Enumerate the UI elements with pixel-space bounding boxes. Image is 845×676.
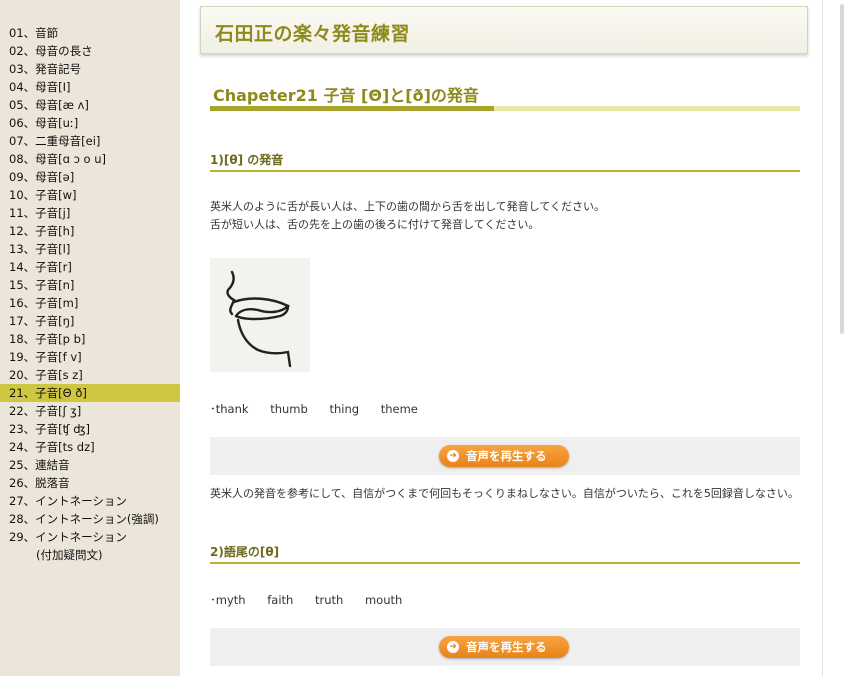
sidebar-item[interactable]: 24、子音[ts dz] — [0, 438, 180, 456]
chapter-underline — [210, 106, 800, 111]
play-arrow-icon: ➜ — [447, 641, 459, 653]
play-audio-button[interactable]: ➜ 音声を再生する — [439, 445, 569, 467]
word-item: theme — [380, 402, 418, 416]
sidebar-item[interactable]: 26、脱落音 — [0, 474, 180, 492]
play-audio-label: 音声を再生する — [466, 449, 547, 463]
word-item: thumb — [270, 402, 308, 416]
sidebar-item[interactable]: 07、二重母音[ei] — [0, 132, 180, 150]
play-audio-button[interactable]: ➜ 音声を再生する — [439, 636, 569, 658]
sidebar-item[interactable]: 10、子音[w] — [0, 186, 180, 204]
sidebar-item[interactable]: 06、母音[uː] — [0, 114, 180, 132]
section1-description: 英米人のように舌が長い人は、上下の歯の間から舌を出して発音してください。 舌が短… — [210, 198, 605, 234]
sidebar-item[interactable]: 15、子音[n] — [0, 276, 180, 294]
word-item: faith — [267, 593, 294, 607]
sidebar-item[interactable]: 04、母音[I] — [0, 78, 180, 96]
sidebar-item[interactable]: 27、イントネーション — [0, 492, 180, 510]
section1-text-line1: 英米人のように舌が長い人は、上下の歯の間から舌を出して発音してください。 — [210, 200, 606, 213]
word-item: ･myth — [210, 593, 246, 607]
sidebar-item[interactable]: 17、子音[ŋ] — [0, 312, 180, 330]
site-header: 石田正の楽々発音練習 — [200, 6, 808, 54]
chapter-title: Chapeter21 子音 [Θ]と[ð]の発音 — [213, 86, 479, 105]
sidebar-item[interactable]: 22、子音[ʃ ʒ] — [0, 402, 180, 420]
sidebar-item[interactable]: 14、子音[r] — [0, 258, 180, 276]
section1-instruction: 英米人の発音を参考にして、自信がつくまで何回もそっくりまねしなさい。自信がついた… — [210, 487, 799, 500]
sidebar-item[interactable]: 21、子音[Θ ð] — [0, 384, 180, 402]
sidebar-item[interactable]: 05、母音[æ ʌ] — [0, 96, 180, 114]
section2-title: 2)語尾の[θ] — [210, 545, 280, 559]
mouth-profile-drawing — [226, 270, 292, 368]
main-content: 石田正の楽々発音練習 Chapeter21 子音 [Θ]と[ð]の発音 1)[θ… — [180, 0, 822, 676]
site-title: 石田正の楽々発音練習 — [215, 23, 411, 45]
sidebar-item[interactable]: 11、子音[j] — [0, 204, 180, 222]
section2-audio-bar: ➜ 音声を再生する — [210, 628, 800, 666]
sidebar-item[interactable]: 25、連結音 — [0, 456, 180, 474]
sidebar-item[interactable]: 28、イントネーション(強調) — [0, 510, 180, 528]
word-item: truth — [314, 593, 344, 607]
sidebar-item[interactable]: 08、母音[ɑ ɔ o u] — [0, 150, 180, 168]
sidebar-item[interactable]: 01、音節 — [0, 24, 180, 42]
word-item: mouth — [364, 593, 403, 607]
sidebar-item[interactable]: 23、子音[ʧ ʤ] — [0, 420, 180, 438]
sidebar-item[interactable]: 16、子音[m] — [0, 294, 180, 312]
play-audio-label: 音声を再生する — [466, 640, 547, 654]
section2-divider — [210, 562, 800, 564]
sidebar-item[interactable]: 29、イントネーション — [0, 528, 180, 546]
section1-divider — [210, 170, 800, 172]
sidebar-list: 01、音節 02、母音の長さ 03、発音記号 04、母音[I] 05、母音[æ ʌ] 06… — [0, 0, 180, 564]
sidebar-item[interactable]: (付加疑問文) — [0, 546, 180, 564]
section1-text-line2: 舌が短い人は、舌の先を上の歯の後ろに付けて発音してください。 — [210, 218, 540, 231]
sidebar-item[interactable]: 18、子音[p b] — [0, 330, 180, 348]
mouth-diagram-image — [210, 258, 310, 372]
word-item: ･thank — [210, 402, 249, 416]
section1-audio-bar: ➜ 音声を再生する — [210, 437, 800, 475]
section1-title: 1)[θ] の発音 — [210, 153, 284, 167]
sidebar-item[interactable]: 13、子音[l] — [0, 240, 180, 258]
section1-word-list: ･thank thumb thing theme — [210, 401, 436, 417]
scrollbar-thumb[interactable] — [840, 4, 844, 334]
play-arrow-icon: ➜ — [447, 450, 459, 462]
sidebar-item[interactable]: 12、子音[h] — [0, 222, 180, 240]
sidebar-item[interactable]: 03、発音記号 — [0, 60, 180, 78]
sidebar-item[interactable]: 19、子音[f v] — [0, 348, 180, 366]
word-item: thing — [329, 402, 360, 416]
sidebar-nav: 01、音節 02、母音の長さ 03、発音記号 04、母音[I] 05、母音[æ ʌ] 06… — [0, 0, 180, 676]
sidebar-item[interactable]: 09、母音[ə] — [0, 168, 180, 186]
sidebar-item[interactable]: 20、子音[s z] — [0, 366, 180, 384]
section2-word-list: ･myth faith truth mouth — [210, 592, 420, 608]
sidebar-item[interactable]: 02、母音の長さ — [0, 42, 180, 60]
